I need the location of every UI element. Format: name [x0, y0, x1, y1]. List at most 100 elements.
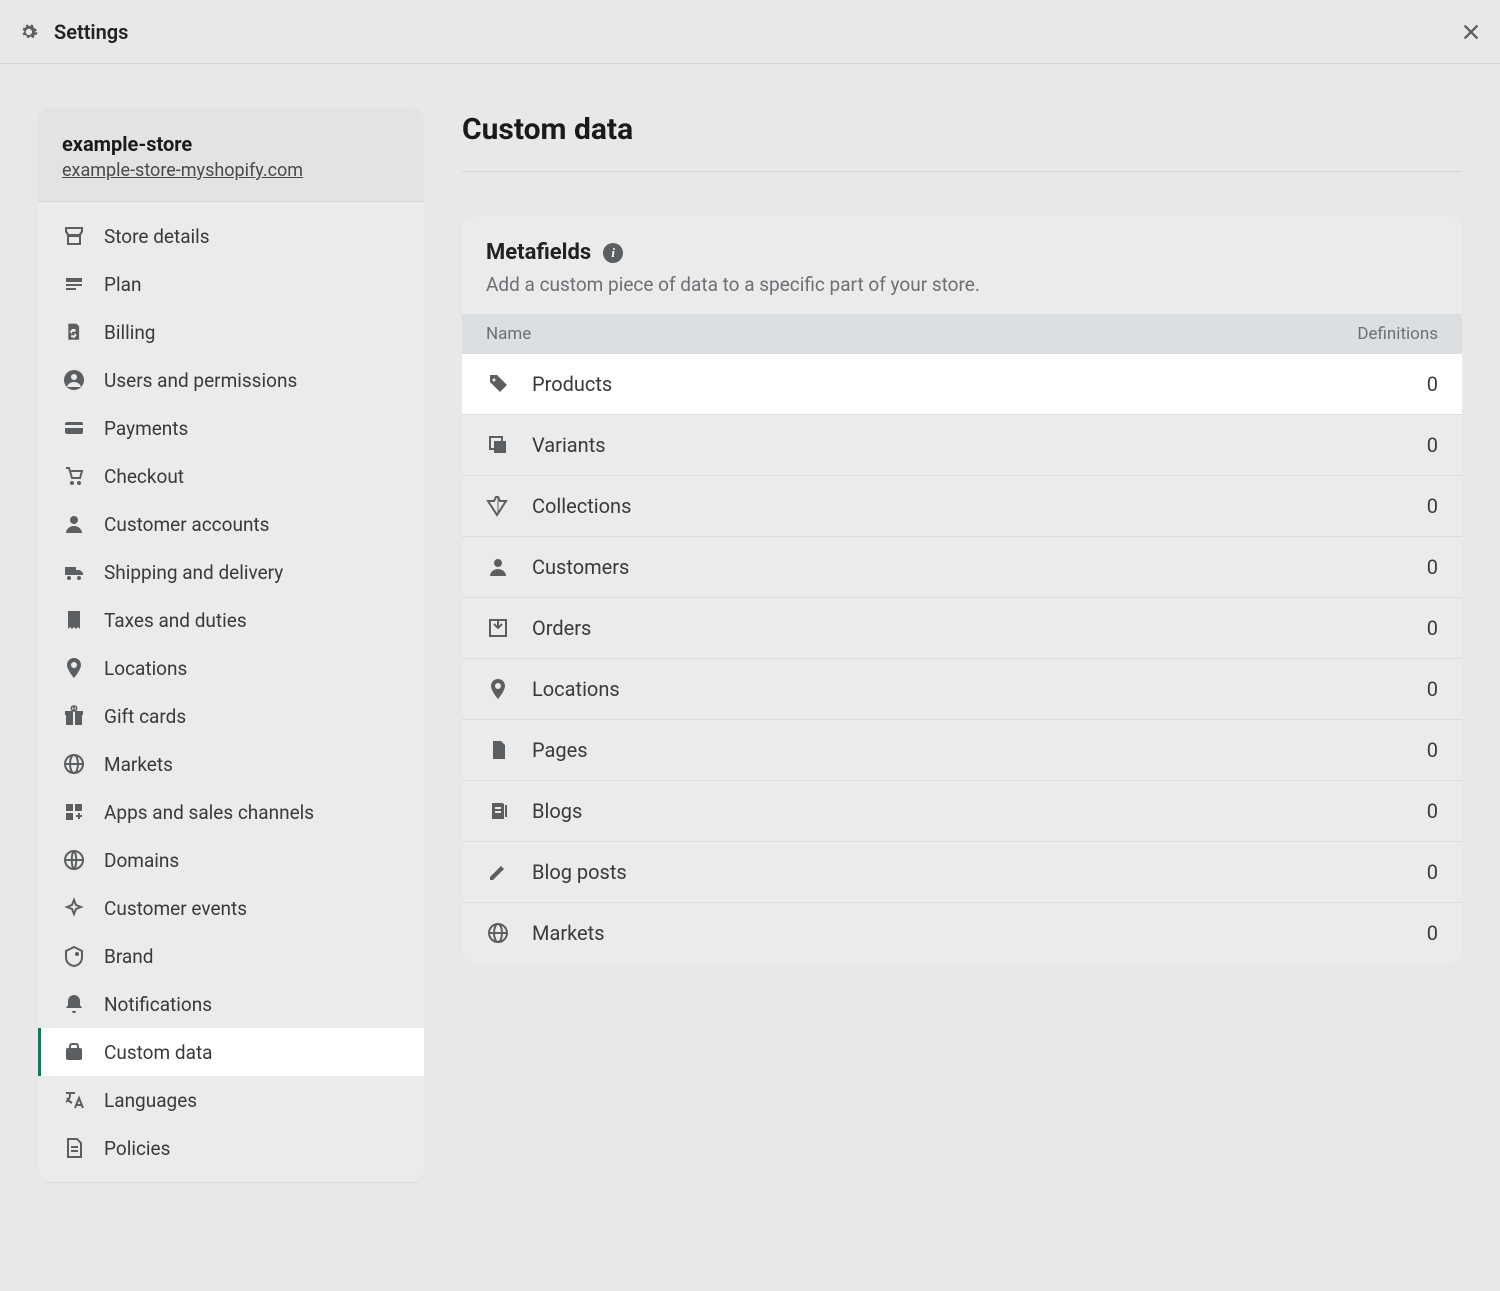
sidebar-item-notifications[interactable]: Notifications — [38, 980, 424, 1028]
sidebar-item-users[interactable]: Users and permissions — [38, 356, 424, 404]
sidebar-item-store-details[interactable]: Store details — [38, 212, 424, 260]
bell-icon — [62, 992, 86, 1016]
gift-icon — [62, 704, 86, 728]
settings-sidebar: example-store example-store-myshopify.co… — [38, 108, 424, 1182]
sidebar-item-label: Apps and sales channels — [104, 801, 314, 824]
row-label: Locations — [532, 677, 620, 701]
sidebar-item-languages[interactable]: Languages — [38, 1076, 424, 1124]
row-count: 0 — [1427, 555, 1438, 579]
metafields-subtitle: Add a custom piece of data to a specific… — [486, 273, 1438, 296]
sidebar-item-label: Customer events — [104, 897, 247, 920]
table-header: Name Definitions — [462, 314, 1462, 354]
sidebar-item-markets[interactable]: Markets — [38, 740, 424, 788]
sidebar-item-payments[interactable]: Payments — [38, 404, 424, 452]
settings-nav: Store details Plan Billing Users and permis… — [38, 202, 424, 1182]
sidebar-item-domains[interactable]: Domains — [38, 836, 424, 884]
sidebar-item-taxes[interactable]: Taxes and duties — [38, 596, 424, 644]
row-label: Pages — [532, 738, 588, 762]
sidebar-item-checkout[interactable]: Checkout — [38, 452, 424, 500]
metafield-row-customers[interactable]: Customers 0 — [462, 537, 1462, 598]
data-icon — [62, 1040, 86, 1064]
collections-icon — [486, 494, 510, 518]
sidebar-item-label: Plan — [104, 273, 141, 296]
metafield-row-variants[interactable]: Variants 0 — [462, 415, 1462, 476]
sidebar-item-customer-accounts[interactable]: Customer accounts — [38, 500, 424, 548]
topbar: Settings — [0, 0, 1500, 64]
row-count: 0 — [1427, 921, 1438, 945]
sidebar-item-plan[interactable]: Plan — [38, 260, 424, 308]
info-icon[interactable]: i — [603, 243, 623, 263]
policies-icon — [62, 1136, 86, 1160]
sidebar-item-label: Customer accounts — [104, 513, 269, 536]
sidebar-item-gift-cards[interactable]: Gift cards — [38, 692, 424, 740]
sidebar-item-custom-data[interactable]: Custom data — [38, 1028, 424, 1076]
topbar-title: Settings — [54, 20, 128, 44]
store-url[interactable]: example-store-myshopify.com — [62, 160, 400, 181]
receipt-icon — [62, 608, 86, 632]
row-count: 0 — [1427, 494, 1438, 518]
row-label: Collections — [532, 494, 631, 518]
sidebar-item-label: Taxes and duties — [104, 609, 247, 632]
sidebar-item-label: Notifications — [104, 993, 212, 1016]
sidebar-item-locations[interactable]: Locations — [38, 644, 424, 692]
pencil-icon — [486, 860, 510, 884]
metafield-row-pages[interactable]: Pages 0 — [462, 720, 1462, 781]
row-count: 0 — [1427, 799, 1438, 823]
sidebar-item-label: Brand — [104, 945, 153, 968]
gear-icon — [18, 21, 40, 43]
metafield-row-blogs[interactable]: Blogs 0 — [462, 781, 1462, 842]
row-label: Customers — [532, 555, 629, 579]
store-name: example-store — [62, 132, 400, 156]
row-label: Markets — [532, 921, 605, 945]
sidebar-item-label: Gift cards — [104, 705, 186, 728]
sidebar-item-label: Store details — [104, 225, 210, 248]
metafields-rows: Products0 Variants 0 Collections 0 Customers 0… — [462, 354, 1462, 963]
pin-icon — [486, 677, 510, 701]
sidebar-item-customer-events[interactable]: Customer events — [38, 884, 424, 932]
sidebar-item-label: Billing — [104, 321, 155, 344]
metafield-row-products[interactable]: Products0 — [462, 354, 1462, 415]
sidebar-item-label: Languages — [104, 1089, 197, 1112]
metafield-row-collections[interactable]: Collections 0 — [462, 476, 1462, 537]
store-icon — [62, 224, 86, 248]
sidebar-item-apps[interactable]: Apps and sales channels — [38, 788, 424, 836]
sparkle-icon — [62, 896, 86, 920]
metafield-row-blog-posts[interactable]: Blog posts 0 — [462, 842, 1462, 903]
close-icon[interactable] — [1460, 21, 1482, 43]
sidebar-item-shipping[interactable]: Shipping and delivery — [38, 548, 424, 596]
col-definitions: Definitions — [1357, 324, 1438, 344]
row-label: Blogs — [532, 799, 582, 823]
truck-icon — [62, 560, 86, 584]
card-icon — [62, 416, 86, 440]
sidebar-item-label: Policies — [104, 1137, 170, 1160]
sidebar-item-label: Custom data — [104, 1041, 213, 1064]
sidebar-item-label: Domains — [104, 849, 179, 872]
metafields-card: Metafields i Add a custom piece of data … — [462, 216, 1462, 963]
row-count: 0 — [1427, 738, 1438, 762]
sidebar-item-brand[interactable]: Brand — [38, 932, 424, 980]
lang-icon — [62, 1088, 86, 1112]
row-count: 0 — [1427, 677, 1438, 701]
row-count: 0 — [1427, 860, 1438, 884]
blogs-icon — [486, 799, 510, 823]
row-count: 0 — [1427, 616, 1438, 640]
metafield-row-locations[interactable]: Locations 0 — [462, 659, 1462, 720]
row-count: 0 — [1427, 433, 1438, 457]
sidebar-item-label: Payments — [104, 417, 188, 440]
metafields-title: Metafields — [486, 240, 591, 265]
inbox-icon — [486, 616, 510, 640]
cart-icon — [62, 464, 86, 488]
globe-icon — [62, 752, 86, 776]
tag-icon — [486, 372, 510, 396]
sidebar-item-policies[interactable]: Policies — [38, 1124, 424, 1172]
metafield-row-markets[interactable]: Markets 0 — [462, 903, 1462, 963]
sidebar-item-billing[interactable]: Billing — [38, 308, 424, 356]
sidebar-item-label: Shipping and delivery — [104, 561, 283, 584]
row-label: Variants — [532, 433, 606, 457]
sidebar-item-label: Markets — [104, 753, 173, 776]
store-header: example-store example-store-myshopify.co… — [38, 108, 424, 202]
row-label: Blog posts — [532, 860, 627, 884]
metafield-row-orders[interactable]: Orders0 — [462, 598, 1462, 659]
col-name: Name — [486, 324, 531, 344]
variants-icon — [486, 433, 510, 457]
